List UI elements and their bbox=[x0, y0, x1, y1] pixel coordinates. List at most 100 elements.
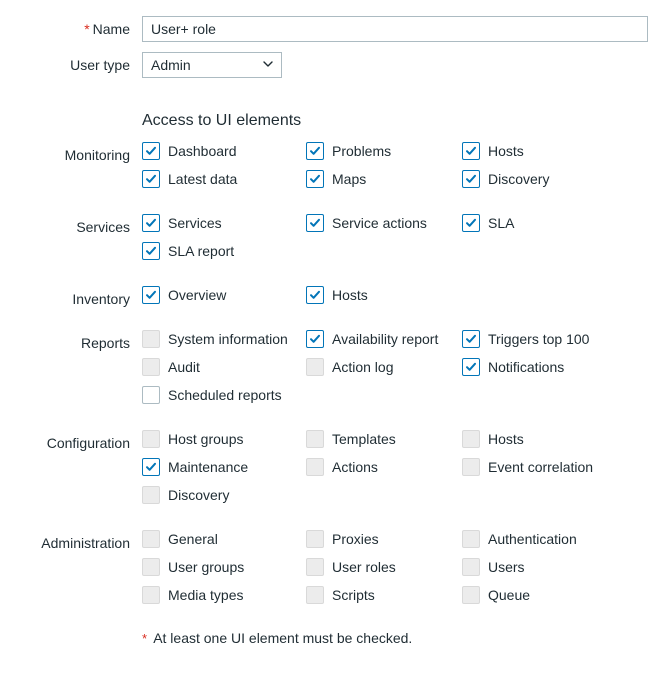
checkbox-administration-authentication: Authentication bbox=[462, 530, 632, 548]
checkbox-box bbox=[306, 558, 324, 576]
row-configuration: Configuration Host groups Templates Hosts Ma… bbox=[14, 430, 655, 514]
checkbox-monitoring-hosts[interactable]: Hosts bbox=[462, 142, 632, 160]
checkbox-box bbox=[142, 558, 160, 576]
checkbox-box bbox=[306, 586, 324, 604]
checkbox-label: Maps bbox=[332, 171, 366, 187]
row-user-type: User type Admin bbox=[14, 52, 655, 78]
inventory-grid: Overview Hosts bbox=[142, 286, 655, 314]
checkbox-label: Templates bbox=[332, 431, 396, 447]
checkbox-inventory-overview[interactable]: Overview bbox=[142, 286, 306, 304]
checkbox-box bbox=[142, 214, 160, 232]
checkbox-administration-proxies: Proxies bbox=[306, 530, 462, 548]
administration-label: Administration bbox=[14, 530, 142, 551]
row-section-heading: Access to UI elements bbox=[14, 88, 655, 142]
checkbox-label: Availability report bbox=[332, 331, 438, 347]
inventory-label: Inventory bbox=[14, 286, 142, 307]
checkbox-reports-availability-report[interactable]: Availability report bbox=[306, 330, 462, 348]
checkbox-administration-users: Users bbox=[462, 558, 632, 576]
name-label: *Name bbox=[14, 16, 142, 37]
note-asterisk: * bbox=[142, 631, 147, 646]
checkbox-administration-user-roles: User roles bbox=[306, 558, 462, 576]
checkbox-reports-scheduled-reports[interactable]: Scheduled reports bbox=[142, 386, 306, 404]
checkbox-box bbox=[142, 530, 160, 548]
checkbox-box bbox=[462, 358, 480, 376]
row-services: ServicesServices Service actions SLA SLA re… bbox=[14, 214, 655, 270]
note-spacer bbox=[14, 630, 142, 635]
checkbox-services-sla-report[interactable]: SLA report bbox=[142, 242, 306, 260]
checkbox-label: Hosts bbox=[488, 431, 524, 447]
checkbox-box bbox=[306, 430, 324, 448]
checkbox-inventory-hosts[interactable]: Hosts bbox=[306, 286, 462, 304]
note-text: At least one UI element must be checked. bbox=[153, 630, 412, 646]
checkbox-label: Authentication bbox=[488, 531, 577, 547]
checkbox-label: User groups bbox=[168, 559, 244, 575]
user-type-label-text: User type bbox=[70, 57, 130, 73]
name-input[interactable] bbox=[142, 16, 648, 42]
checkbox-label: System information bbox=[168, 331, 288, 347]
monitoring-grid: Dashboard Problems Hosts Latest data Maps Dis… bbox=[142, 142, 655, 198]
checkbox-monitoring-latest-data[interactable]: Latest data bbox=[142, 170, 306, 188]
checkbox-box bbox=[462, 530, 480, 548]
checkbox-monitoring-dashboard[interactable]: Dashboard bbox=[142, 142, 306, 160]
row-inventory: InventoryOverview Hosts bbox=[14, 286, 655, 314]
checkbox-reports-triggers-top-100[interactable]: Triggers top 100 bbox=[462, 330, 632, 348]
checkbox-services-sla[interactable]: SLA bbox=[462, 214, 632, 232]
user-type-select[interactable]: Admin bbox=[142, 52, 282, 78]
services-content: Services Service actions SLA SLA report bbox=[142, 214, 655, 270]
checkbox-label: Host groups bbox=[168, 431, 243, 447]
section-heading: Access to UI elements bbox=[142, 112, 655, 130]
checkbox-label: Hosts bbox=[332, 287, 368, 303]
checkbox-label: Discovery bbox=[488, 171, 549, 187]
checkbox-services-service-actions[interactable]: Service actions bbox=[306, 214, 462, 232]
administration-grid: General Proxies Authentication User groups U… bbox=[142, 530, 655, 614]
checkbox-label: Problems bbox=[332, 143, 391, 159]
checkbox-box bbox=[306, 330, 324, 348]
checkbox-box bbox=[462, 586, 480, 604]
heading-spacer bbox=[14, 88, 142, 93]
row-note: * At least one UI element must be checke… bbox=[14, 630, 655, 646]
checkbox-label: SLA report bbox=[168, 243, 234, 259]
checkbox-box bbox=[462, 214, 480, 232]
required-asterisk: * bbox=[84, 21, 89, 37]
checkbox-box bbox=[462, 330, 480, 348]
checkbox-label: Service actions bbox=[332, 215, 427, 231]
checkbox-box bbox=[142, 586, 160, 604]
checkbox-box bbox=[306, 170, 324, 188]
reports-label: Reports bbox=[14, 330, 142, 351]
checkbox-administration-general: General bbox=[142, 530, 306, 548]
checkbox-box bbox=[462, 142, 480, 160]
checkbox-configuration-templates: Templates bbox=[306, 430, 462, 448]
checkbox-label: Scheduled reports bbox=[168, 387, 282, 403]
checkbox-monitoring-maps[interactable]: Maps bbox=[306, 170, 462, 188]
row-name: *Name bbox=[14, 16, 655, 42]
checkbox-box bbox=[142, 386, 160, 404]
checkbox-monitoring-problems[interactable]: Problems bbox=[306, 142, 462, 160]
reports-grid: System information Availability report Tri… bbox=[142, 330, 655, 414]
checkbox-services-services[interactable]: Services bbox=[142, 214, 306, 232]
user-type-label: User type bbox=[14, 52, 142, 73]
name-label-text: Name bbox=[93, 21, 130, 37]
checkbox-label: Audit bbox=[168, 359, 200, 375]
checkbox-box bbox=[462, 458, 480, 476]
heading-content: Access to UI elements bbox=[142, 88, 655, 142]
checkbox-box bbox=[142, 458, 160, 476]
checkbox-label: Proxies bbox=[332, 531, 379, 547]
checkbox-monitoring-discovery[interactable]: Discovery bbox=[462, 170, 632, 188]
checkbox-box bbox=[306, 286, 324, 304]
checkbox-label: Triggers top 100 bbox=[488, 331, 589, 347]
checkbox-box bbox=[142, 486, 160, 504]
checkbox-box bbox=[142, 430, 160, 448]
checkbox-reports-notifications[interactable]: Notifications bbox=[462, 358, 632, 376]
checkbox-label: Action log bbox=[332, 359, 393, 375]
checkbox-box bbox=[142, 242, 160, 260]
checkbox-configuration-maintenance[interactable]: Maintenance bbox=[142, 458, 306, 476]
reports-content: System information Availability report Tri… bbox=[142, 330, 655, 414]
checkbox-administration-media-types: Media types bbox=[142, 586, 306, 604]
configuration-label: Configuration bbox=[14, 430, 142, 451]
services-grid: Services Service actions SLA SLA report bbox=[142, 214, 655, 270]
checkbox-box bbox=[306, 214, 324, 232]
checkbox-box bbox=[462, 170, 480, 188]
user-type-select-wrap: Admin bbox=[142, 52, 282, 78]
checkbox-label: Maintenance bbox=[168, 459, 248, 475]
row-administration: AdministrationGeneral Proxies Authenticati… bbox=[14, 530, 655, 614]
